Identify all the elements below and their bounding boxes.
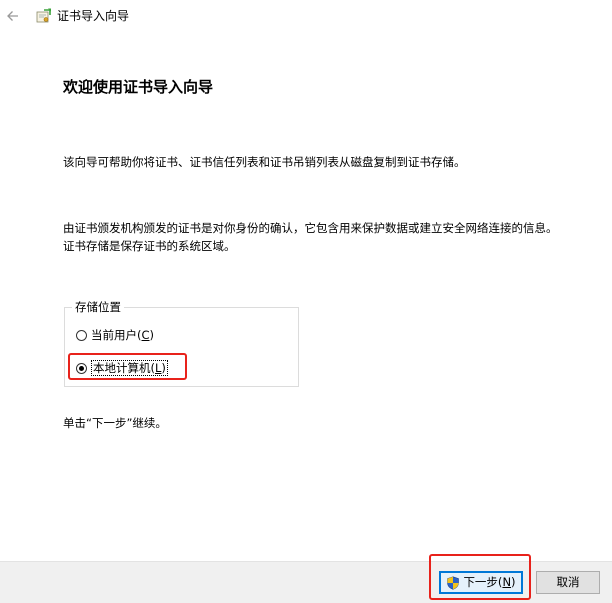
- description-text: 由证书颁发机构颁发的证书是对你身份的确认，它包含用来保护数据或建立安全网络连接的…: [63, 221, 558, 253]
- uac-shield-icon: [447, 575, 460, 590]
- cancel-button[interactable]: 取消: [536, 571, 600, 594]
- radio-label-local-machine: 本地计算机(L): [91, 360, 168, 376]
- radio-button-local-machine[interactable]: [76, 362, 87, 374]
- page-heading: 欢迎使用证书导入向导: [63, 78, 214, 96]
- certificate-import-wizard: 证书导入向导 欢迎使用证书导入向导 该向导可帮助你将证书、证书信任列表和证书吊销…: [0, 0, 612, 603]
- window-title: 证书导入向导: [57, 9, 130, 23]
- radio-local-machine[interactable]: 本地计算机(L): [76, 359, 168, 377]
- radio-current-user[interactable]: 当前用户(C): [76, 326, 154, 344]
- radio-button-current-user[interactable]: [76, 329, 87, 341]
- next-button[interactable]: 下一步(N): [439, 571, 523, 594]
- next-button-label: 下一步(N): [463, 575, 516, 589]
- continue-hint: 单击“下一步”继续。: [63, 416, 167, 430]
- certificate-icon: [36, 8, 51, 23]
- radio-label-current-user: 当前用户(C): [91, 328, 155, 342]
- store-location-legend: 存储位置: [72, 298, 124, 316]
- title-bar: 证书导入向导: [0, 0, 612, 32]
- intro-text: 该向导可帮助你将证书、证书信任列表和证书吊销列表从磁盘复制到证书存储。: [63, 155, 466, 169]
- arrow-left-icon[interactable]: [4, 7, 22, 25]
